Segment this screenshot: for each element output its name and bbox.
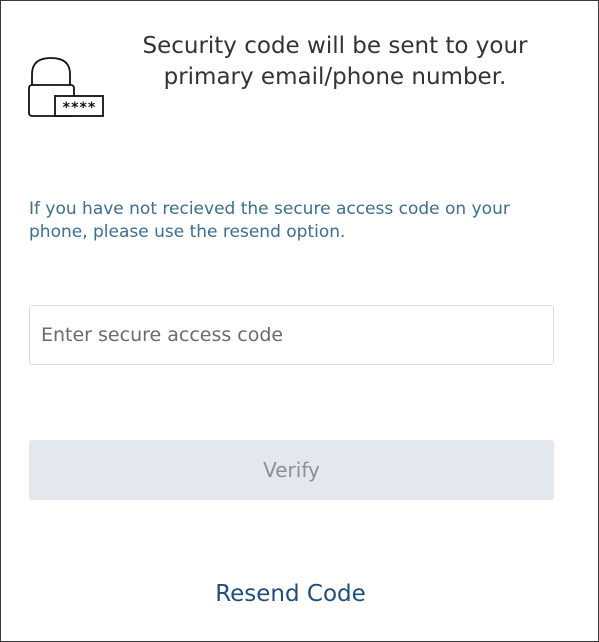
lock-with-password-icon: **** xyxy=(27,56,107,120)
resend-info-message: If you have not recieved the secure acce… xyxy=(29,199,510,242)
verify-button[interactable]: Verify xyxy=(29,440,554,500)
security-code-panel: **** Security code will be sent to your … xyxy=(0,0,599,642)
security-code-message: Security code will be sent to your prima… xyxy=(142,33,528,90)
secure-access-code-input[interactable] xyxy=(29,305,554,365)
resend-code-link[interactable]: Resend Code xyxy=(1,581,580,607)
password-mask-text: **** xyxy=(62,100,96,116)
